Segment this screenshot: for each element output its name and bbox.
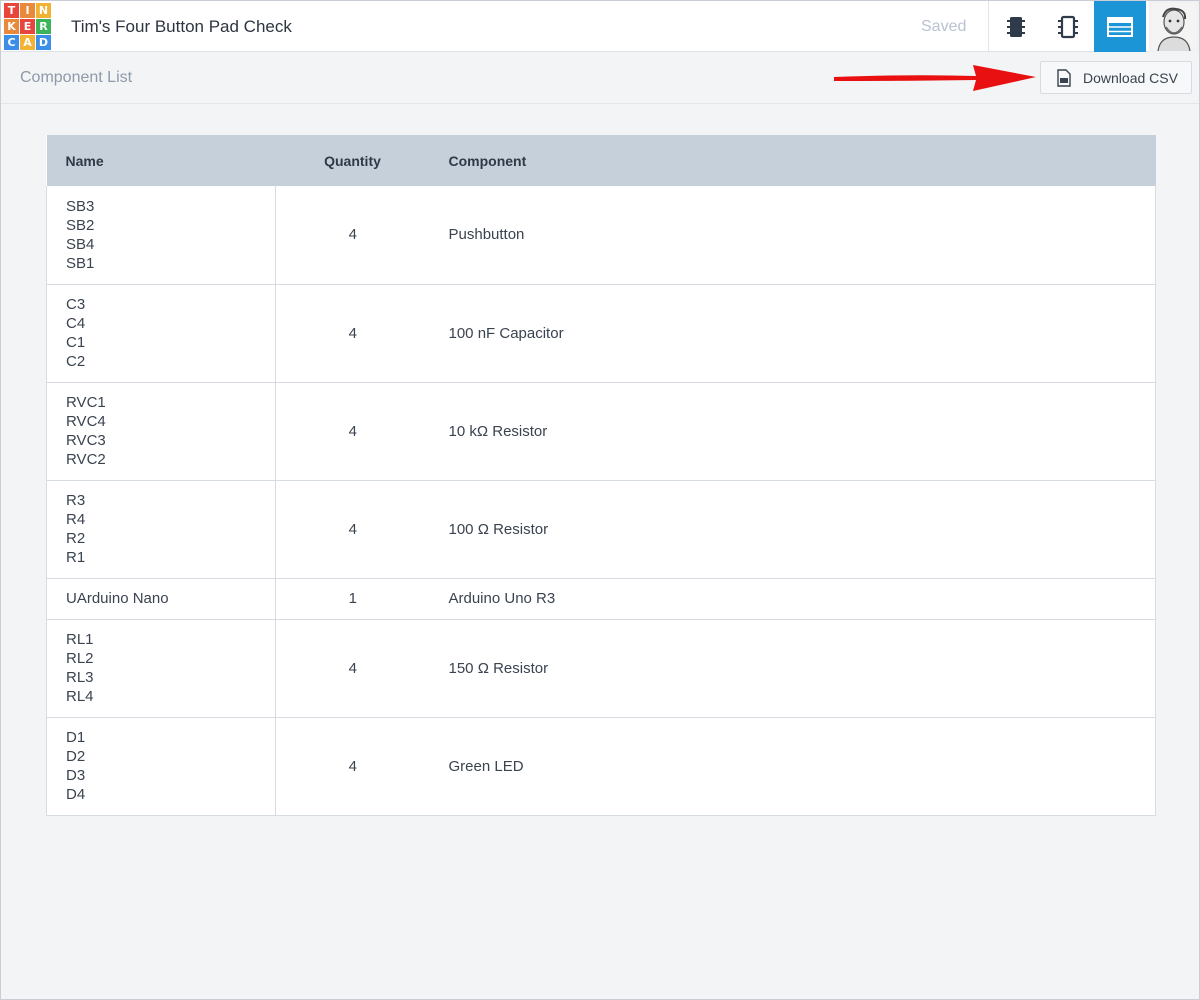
logo-letter-tile: N: [36, 3, 51, 18]
logo-letter-tile: R: [36, 19, 51, 34]
cell-quantity: 4: [275, 717, 430, 816]
component-list-bar: Component List Download CSV: [1, 53, 1199, 104]
save-status: Saved: [921, 18, 967, 35]
component-designator: D3: [66, 767, 86, 784]
column-header-quantity[interactable]: Quantity: [276, 135, 430, 186]
component-designator: RL4: [66, 688, 94, 705]
component-designator: R3: [66, 492, 86, 509]
cell-component: Green LED: [429, 717, 1156, 816]
cell-component: 100 nF Capacitor: [429, 284, 1156, 383]
user-avatar[interactable]: [1149, 1, 1199, 52]
circuit-icon: [1007, 16, 1025, 37]
list-icon: [1107, 16, 1133, 37]
red-arrow-annotation-icon: [834, 65, 1036, 91]
cell-names: SB3 SB2 SB4 SB1: [46, 186, 276, 285]
component-designator: C1: [66, 334, 86, 351]
circuit-view-button[interactable]: [990, 1, 1042, 52]
cell-names: R3 R4 R2 R1: [46, 480, 276, 579]
csv-file-icon: [1055, 68, 1073, 87]
component-designator: SB2: [66, 216, 95, 234]
download-csv-label: Download CSV: [1083, 69, 1178, 86]
component-list-title: Component List: [20, 69, 133, 86]
cell-component: 10 kΩ Resistor: [429, 382, 1156, 481]
component-designator: D1: [66, 729, 86, 746]
logo-letter-tile: T: [4, 3, 19, 18]
component-designator: C4: [66, 315, 86, 332]
logo-letter-tile: I: [20, 3, 35, 18]
cell-quantity: 4: [275, 382, 430, 481]
cell-component: 150 Ω Resistor: [429, 619, 1156, 718]
schematic-view-button[interactable]: [1042, 1, 1094, 52]
table-row[interactable]: RL1 RL2 RL3 RL4 4 150 Ω Resistor: [46, 619, 1156, 718]
cell-component: Arduino Uno R3: [429, 578, 1156, 620]
table-header-row: Name Quantity Component: [46, 135, 1156, 186]
cell-quantity: 1: [275, 578, 430, 620]
cell-quantity: 4: [275, 619, 430, 718]
table-row[interactable]: UArduino Nano 1 Arduino Uno R3: [46, 578, 1156, 620]
cell-names: D1 D2 D3 D4: [46, 717, 276, 816]
logo-letter-tile: K: [4, 19, 19, 34]
logo-letter-tile: D: [36, 35, 51, 50]
column-header-name[interactable]: Name: [47, 135, 276, 186]
table-row[interactable]: C3 C4 C1 C2 4 100 nF Capacitor: [46, 284, 1156, 383]
cell-names: UArduino Nano: [46, 578, 276, 620]
table-row[interactable]: R3 R4 R2 R1 4 100 Ω Resistor: [46, 480, 1156, 579]
component-designator: R1: [66, 549, 86, 566]
cell-quantity: 4: [275, 186, 430, 285]
component-designator: D4: [66, 786, 86, 803]
component-designator: C2: [66, 353, 86, 370]
top-bar: TIN KER CAD Tim's Four Button Pad Check Sa…: [1, 1, 1199, 52]
component-designator: RVC1: [66, 394, 106, 411]
component-designator: C3: [66, 296, 86, 313]
component-designator: RVC4: [66, 413, 106, 430]
component-designator: SB1: [66, 254, 95, 272]
component-table: Name Quantity Component SB3 SB2 SB4 SB1 4 Pus…: [46, 135, 1156, 816]
avatar-portrait-icon: [1152, 2, 1196, 51]
cell-names: RVC1 RVC4 RVC3 RVC2: [46, 382, 276, 481]
component-designator: RL1: [66, 631, 94, 648]
component-designator: RL2: [66, 650, 94, 667]
download-csv-button[interactable]: Download CSV: [1040, 61, 1192, 94]
cell-names: C3 C4 C1 C2: [46, 284, 276, 383]
logo-letter-tile: A: [20, 35, 35, 50]
component-designator: UArduino Nano: [66, 590, 169, 607]
design-title[interactable]: Tim's Four Button Pad Check: [71, 17, 292, 37]
component-designator: D2: [66, 748, 86, 765]
component-designator: SB4: [66, 235, 95, 253]
column-header-component[interactable]: Component: [430, 135, 1156, 186]
logo-letter-tile: C: [4, 35, 19, 50]
cell-component: 100 Ω Resistor: [429, 480, 1156, 579]
table-row[interactable]: SB3 SB2 SB4 SB1 4 Pushbutton: [46, 186, 1156, 285]
cell-quantity: 4: [275, 480, 430, 579]
component-designator: SB3: [66, 197, 95, 215]
header-divider: [988, 1, 989, 52]
component-designator: R4: [66, 511, 86, 528]
logo-letter-tile: E: [20, 19, 35, 34]
component-designator: RVC3: [66, 432, 106, 449]
cell-component: Pushbutton: [429, 186, 1156, 285]
component-designator: RL3: [66, 669, 94, 686]
table-row[interactable]: RVC1 RVC4 RVC3 RVC2 4 10 kΩ Resistor: [46, 382, 1156, 481]
component-designator: RVC2: [66, 451, 106, 468]
schematic-icon: [1058, 15, 1078, 38]
tinkercad-logo[interactable]: TIN KER CAD: [4, 3, 51, 50]
component-list-view-button[interactable]: [1094, 1, 1146, 52]
component-designator: R2: [66, 530, 86, 547]
table-row[interactable]: D1 D2 D3 D4 4 Green LED: [46, 717, 1156, 816]
cell-quantity: 4: [275, 284, 430, 383]
cell-names: RL1 RL2 RL3 RL4: [46, 619, 276, 718]
